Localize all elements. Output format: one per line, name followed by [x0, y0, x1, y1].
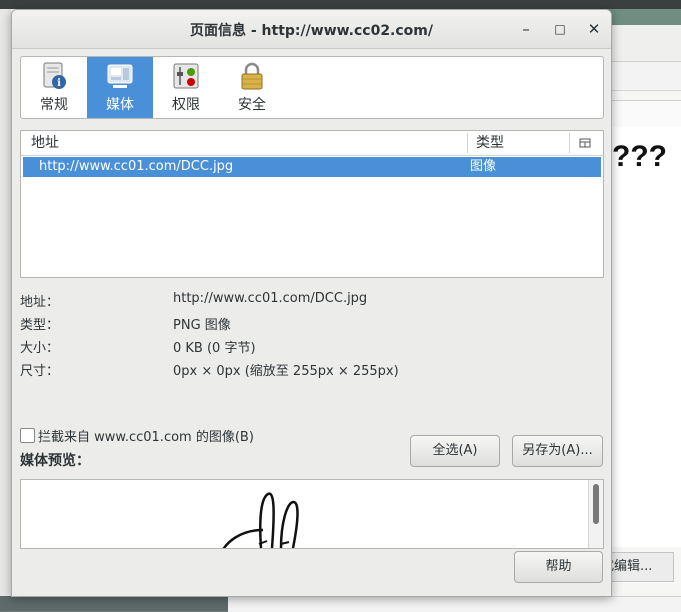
block-images-label: 拦截来自 www.cc01.com 的图像(B): [38, 430, 254, 445]
background-status-bar: [228, 596, 681, 612]
media-list: 地址 类型 http://www.cc01.com/DCC.jpg 图像: [20, 130, 604, 278]
background-page-content: [600, 127, 681, 547]
page-info-dialog: 页面信息 - http://www.cc02.com/ – □ ✕ i 常规 媒…: [11, 9, 612, 597]
lock-icon: [241, 62, 263, 90]
dimensions-label: 尺寸：: [20, 364, 60, 379]
svg-text:i: i: [57, 78, 61, 89]
background-page-heading: ???: [612, 140, 667, 173]
tab-media[interactable]: 媒体: [87, 57, 153, 118]
type-label: 类型：: [20, 318, 60, 333]
info-icon: i: [43, 62, 66, 89]
background-bookmarks-bar: [600, 100, 681, 128]
tab-permissions[interactable]: 权限: [153, 57, 219, 118]
scrollbar-thumb[interactable]: [593, 484, 599, 524]
column-header-type[interactable]: 类型: [476, 131, 504, 155]
address-value: http://www.cc01.com/DCC.jpg: [173, 291, 368, 306]
checkbox-box[interactable]: [20, 428, 35, 443]
size-value: 0 KB (0 字节): [173, 341, 256, 356]
row-address: http://www.cc01.com/DCC.jpg: [39, 159, 234, 174]
column-picker-icon[interactable]: [579, 137, 591, 149]
column-separator: [569, 133, 570, 153]
tab-general[interactable]: i 常规: [21, 57, 87, 118]
minimize-button[interactable]: –: [515, 18, 537, 40]
tab-general-label: 常规: [40, 97, 68, 113]
permissions-icon: [173, 63, 199, 89]
maximize-button[interactable]: □: [549, 18, 571, 40]
media-preview: [20, 479, 604, 549]
preview-image: [222, 492, 299, 548]
type-value: PNG 图像: [173, 318, 231, 333]
tab-strip: i 常规 媒体 权限 安全: [20, 56, 604, 119]
row-type: 图像: [470, 159, 497, 174]
media-icon: [107, 64, 133, 88]
address-label: 地址：: [20, 295, 60, 310]
tab-security-label: 安全: [238, 97, 266, 113]
tab-security[interactable]: 安全: [219, 57, 285, 118]
table-row[interactable]: http://www.cc01.com/DCC.jpg 图像: [23, 157, 601, 177]
tab-media-label: 媒体: [106, 97, 134, 113]
background-top-bar: [0, 0, 681, 9]
column-header-address[interactable]: 地址: [31, 131, 59, 155]
tab-permissions-label: 权限: [172, 97, 200, 113]
block-images-checkbox[interactable]: 拦截来自 www.cc01.com 的图像(B): [20, 426, 254, 445]
save-as-button[interactable]: 另存为(A)...: [512, 435, 603, 467]
select-all-button[interactable]: 全选(A): [410, 435, 500, 467]
background-url-bar: [600, 62, 681, 91]
column-separator: [467, 133, 468, 153]
background-desktop-strip: [0, 596, 228, 611]
dialog-titlebar[interactable]: 页面信息 - http://www.cc02.com/ – □ ✕: [12, 10, 611, 49]
close-button[interactable]: ✕: [583, 18, 605, 40]
background-toolbar: [600, 25, 681, 62]
size-label: 大小：: [20, 341, 60, 356]
background-left-edge: [0, 9, 11, 596]
dimensions-value: 0px × 0px (缩放至 255px × 255px): [173, 364, 399, 379]
preview-scrollbar[interactable]: [588, 480, 603, 548]
media-list-header: 地址 类型: [21, 131, 603, 156]
background-tab-strip: [600, 9, 681, 25]
media-preview-label: 媒体预览：: [20, 453, 90, 469]
help-button[interactable]: 帮助: [514, 551, 603, 583]
